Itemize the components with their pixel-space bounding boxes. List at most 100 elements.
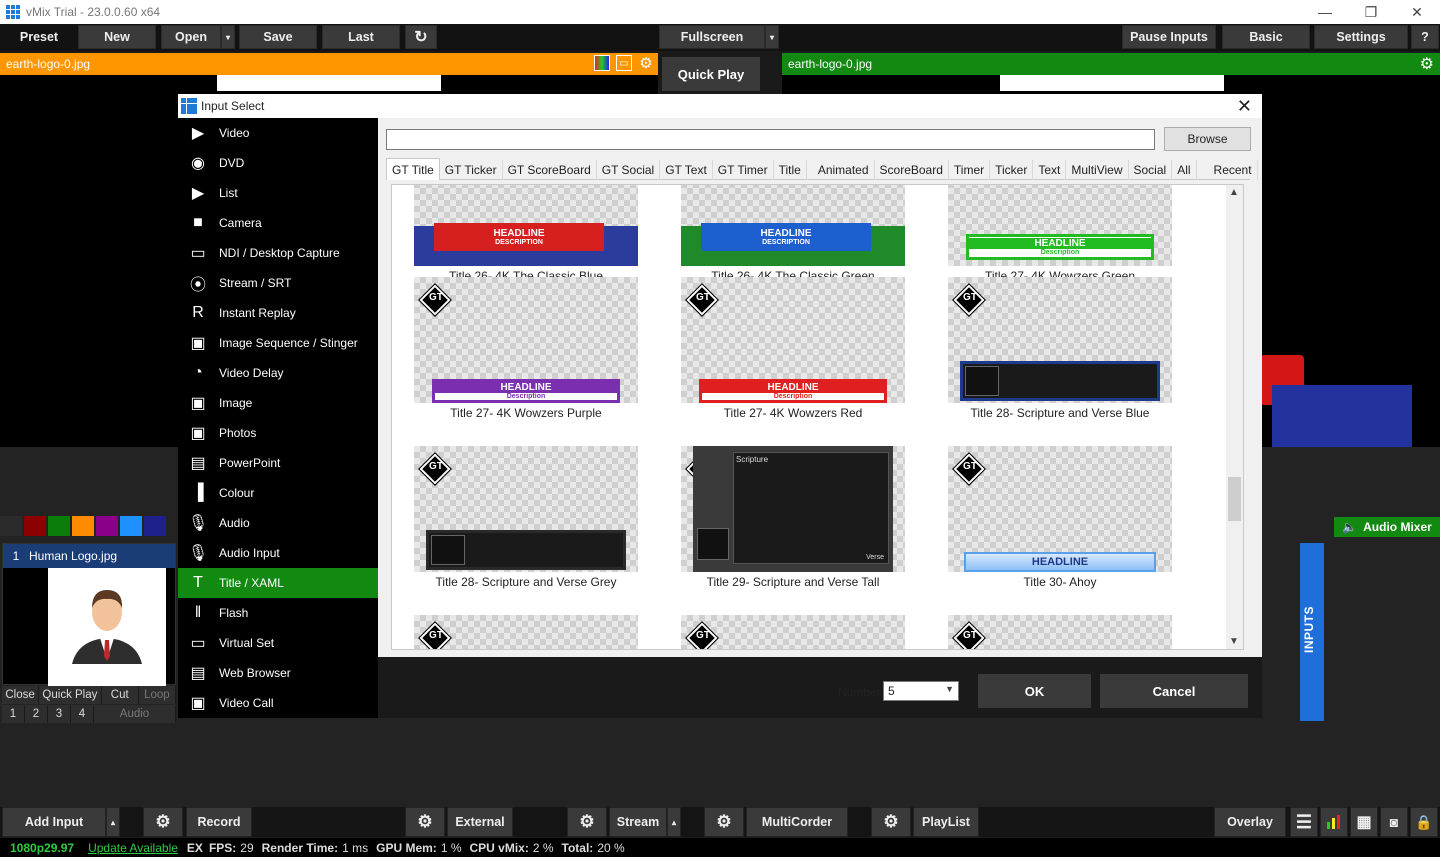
category-item[interactable]: ▶ List (178, 178, 378, 208)
pause-inputs-button[interactable]: Pause Inputs (1122, 25, 1216, 49)
template-tile[interactable]: GT (681, 615, 905, 649)
tab-multiview[interactable]: MultiView (1066, 160, 1129, 180)
playlist-settings-gear-icon[interactable]: ⚙ (871, 807, 911, 837)
tab-recent[interactable]: Recent (1209, 160, 1258, 180)
multicorder-settings-gear-icon[interactable]: ⚙ (704, 807, 744, 837)
category-item[interactable]: 🎙 Audio Input (178, 538, 378, 568)
cut-button[interactable]: Cut (102, 686, 139, 704)
tab-gt-scoreboard[interactable]: GT ScoreBoard (503, 160, 597, 180)
template-tile[interactable]: GT HEADLINE Title 30- Ahoy (948, 446, 1172, 589)
scrollbar-thumb[interactable] (1228, 477, 1241, 521)
open-dropdown-icon[interactable]: ▾ (221, 25, 235, 49)
scroll-up-icon[interactable]: ▲ (1229, 187, 1239, 198)
template-thumbnail[interactable]: HEADLINE DESCRIPTION (414, 185, 638, 266)
template-tile[interactable]: HEADLINE Description Title 27- 4K Wowzers … (948, 185, 1172, 283)
tab-gt-ticker[interactable]: GT Ticker (440, 160, 503, 180)
tab-gt-timer[interactable]: GT Timer (713, 160, 774, 180)
template-tile[interactable]: GT HEADLINE Description Title 27- 4K Wowzer… (414, 277, 638, 420)
overlay-1-button[interactable]: 1 (2, 705, 25, 723)
colour-correction-icon[interactable] (594, 55, 610, 71)
category-item[interactable]: ◉ DVD (178, 148, 378, 178)
category-item[interactable]: ▣ Image (178, 388, 378, 418)
overlay-icon[interactable]: ▭ (616, 55, 632, 71)
output-gear-icon[interactable]: ⚙ (1420, 54, 1434, 74)
template-thumbnail[interactable]: GT HEADLINE Description (414, 277, 638, 403)
tab-ticker[interactable]: Ticker (990, 160, 1034, 180)
template-thumbnail[interactable]: HEADLINE DESCRIPTION (681, 185, 905, 266)
playlist-button[interactable]: PlayList (913, 807, 979, 837)
multicorder-button[interactable]: MultiCorder (746, 807, 848, 837)
minimize-button[interactable]: — (1302, 0, 1348, 24)
overlay-2-button[interactable]: 2 (25, 705, 48, 723)
new-button[interactable]: New (78, 25, 156, 49)
category-item[interactable]: ▣ Photos (178, 418, 378, 448)
number-select[interactable]: 5 ▼ (883, 681, 959, 701)
gear-icon[interactable]: ⚙ (638, 55, 654, 72)
tab-text[interactable]: Text (1033, 160, 1067, 180)
add-input-dropdown-icon[interactable]: ▴ (106, 807, 120, 837)
category-item[interactable]: ▶ Video (178, 118, 378, 148)
tab-animated[interactable]: Animated (813, 160, 875, 180)
input-thumbnail[interactable] (48, 568, 166, 686)
template-thumbnail[interactable]: GT (414, 615, 638, 649)
category-item[interactable]: ▤ Web Browser (178, 658, 378, 688)
open-button[interactable]: Open (161, 25, 221, 49)
cancel-button[interactable]: Cancel (1100, 674, 1248, 708)
tab-gt-text[interactable]: GT Text (660, 160, 713, 180)
tab-timer[interactable]: Timer (949, 160, 991, 180)
template-scrollbar[interactable]: ▲ ▼ (1226, 185, 1243, 649)
audio-button[interactable]: Audio (94, 705, 176, 723)
category-item[interactable]: ⦿ Stream / SRT (178, 268, 378, 298)
template-grid[interactable]: HEADLINE DESCRIPTION Title 26- 4K The Clas… (391, 184, 1244, 650)
audio-levels-icon[interactable] (1320, 807, 1348, 837)
category-item[interactable]: R Instant Replay (178, 298, 378, 328)
help-button[interactable]: ? (1411, 25, 1439, 49)
loop-button[interactable]: Loop (139, 686, 176, 704)
stream-settings-gear-icon[interactable]: ⚙ (567, 807, 607, 837)
basic-button[interactable]: Basic (1222, 25, 1310, 49)
dialog-close-icon[interactable]: ✕ (1237, 96, 1252, 117)
colour-tag-5[interactable] (120, 516, 142, 536)
template-tile[interactable]: HEADLINE DESCRIPTION Title 26- 4K The Clas… (681, 185, 905, 283)
category-item[interactable]: 🎙 Audio (178, 508, 378, 538)
close-input-button[interactable]: Close (2, 686, 40, 704)
fullscreen-dropdown-icon[interactable]: ▾ (765, 25, 779, 49)
file-path-input[interactable] (386, 129, 1155, 150)
colour-tag-0[interactable] (0, 516, 22, 536)
snapshot-camera-icon[interactable]: ◙ (1380, 807, 1408, 837)
category-item[interactable]: ▭ Virtual Set (178, 628, 378, 658)
input-card[interactable]: 1 Human Logo.jpg (2, 543, 176, 686)
menu-icon[interactable]: ☰ (1290, 807, 1318, 837)
template-thumbnail[interactable]: GT (948, 277, 1172, 403)
category-item[interactable]: ▣ Video Call (178, 688, 378, 718)
external-settings-gear-icon[interactable]: ⚙ (405, 807, 445, 837)
stream-button[interactable]: Stream (609, 807, 667, 837)
category-item[interactable]: ▐ Colour (178, 478, 378, 508)
audio-mixer-button[interactable]: 🔈 Audio Mixer (1334, 517, 1440, 537)
colour-tag-3[interactable] (72, 516, 94, 536)
external-button[interactable]: External (447, 807, 513, 837)
scroll-down-icon[interactable]: ▼ (1229, 636, 1239, 647)
template-tile[interactable]: GT HEADLINE Description Title 27- 4K Wowzer… (681, 277, 905, 420)
tab-social[interactable]: Social (1129, 160, 1173, 180)
tab-gt-title[interactable]: GT Title (386, 158, 440, 180)
template-thumbnail[interactable]: GT (414, 446, 638, 572)
quick-play-input-button[interactable]: Quick Play (39, 686, 102, 704)
lock-icon[interactable]: 🔒 (1410, 807, 1438, 837)
inputs-tab[interactable]: INPUTS (1300, 543, 1324, 721)
record-button[interactable]: Record (186, 807, 252, 837)
template-thumbnail[interactable]: HEADLINE Description (948, 185, 1172, 266)
colour-tag-4[interactable] (96, 516, 118, 536)
ok-button[interactable]: OK (978, 674, 1091, 708)
overlay-button[interactable]: Overlay (1214, 807, 1286, 837)
tab-all[interactable]: All (1172, 160, 1197, 180)
close-window-button[interactable]: ✕ (1394, 0, 1440, 24)
settings-button[interactable]: Settings (1314, 25, 1408, 49)
colour-tag-1[interactable] (24, 516, 46, 536)
save-button[interactable]: Save (239, 25, 317, 49)
add-input-button[interactable]: Add Input (2, 807, 106, 837)
update-available-link[interactable]: Update Available (88, 841, 178, 855)
template-tile[interactable]: GT (948, 615, 1172, 649)
refresh-icon[interactable]: ↻ (405, 25, 437, 49)
template-tile[interactable]: GT Title 28- Scripture and Verse Blue (948, 277, 1172, 420)
